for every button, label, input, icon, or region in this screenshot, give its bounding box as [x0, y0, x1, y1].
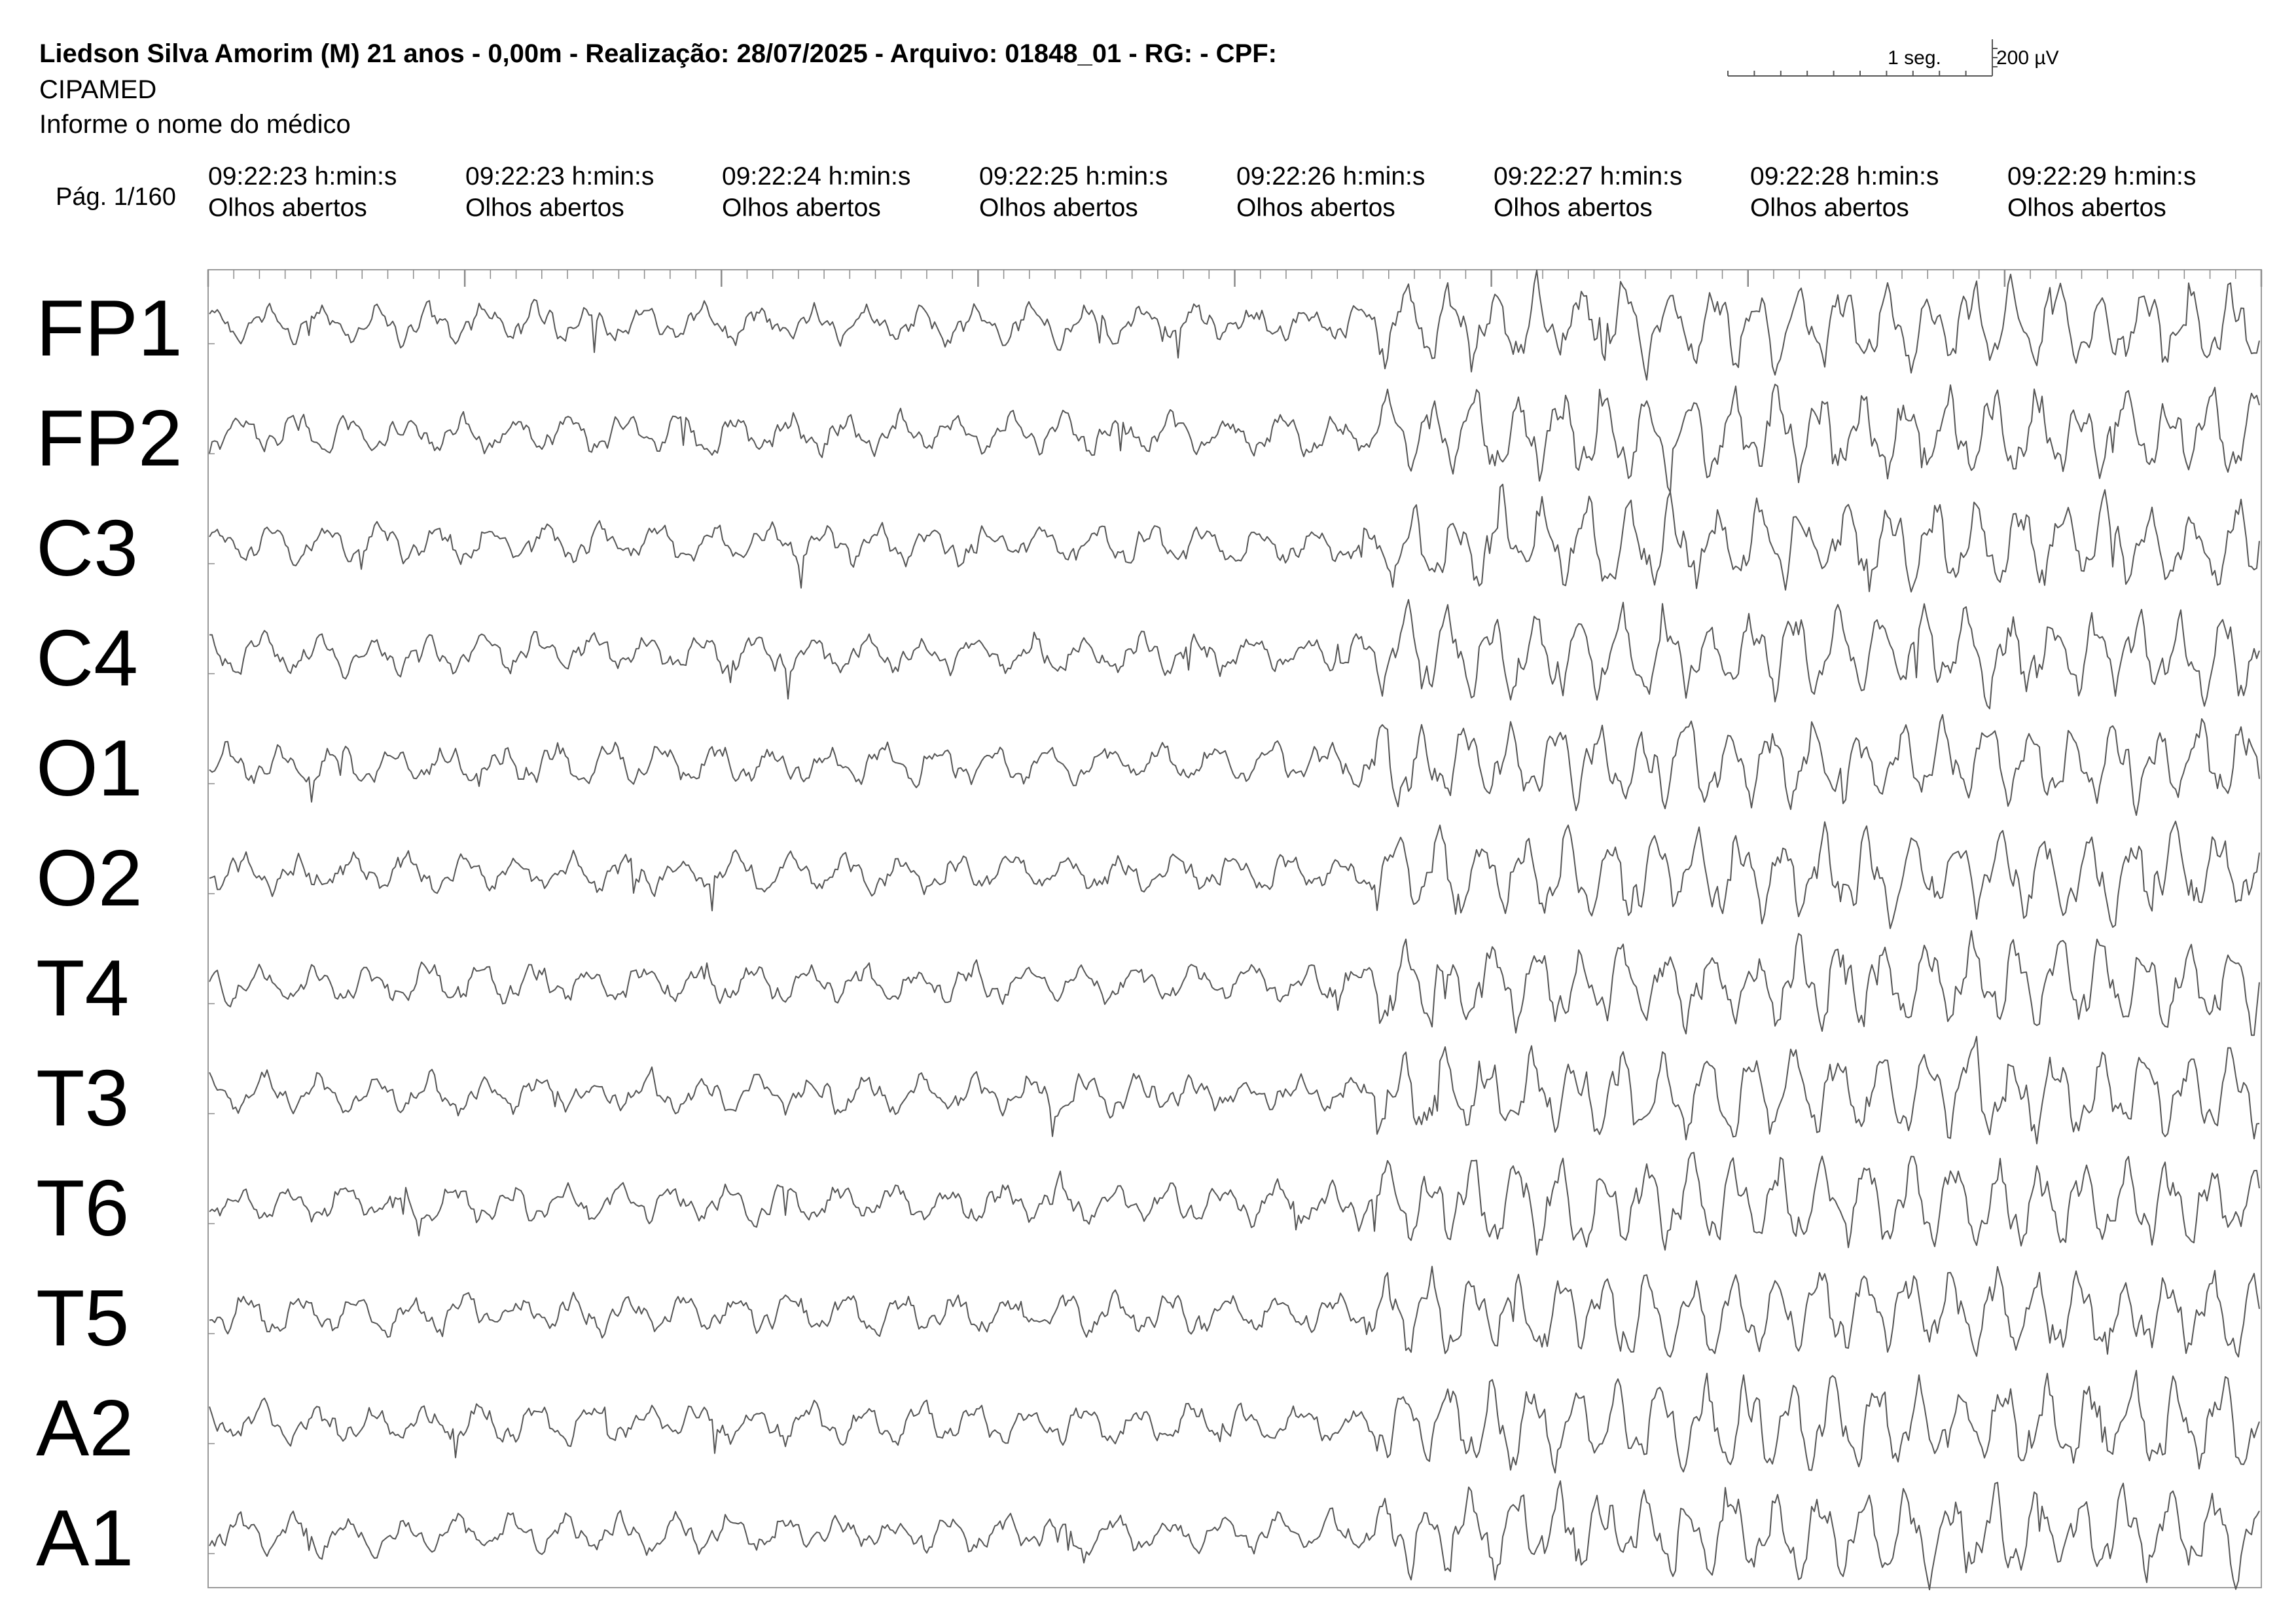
eeg-trace-area [207, 269, 2263, 1590]
eeg-trace-t4 [209, 930, 2260, 1036]
eeg-trace-fp2 [209, 384, 2260, 493]
eeg-trace-o2 [209, 820, 2260, 930]
eeg-trace-a1 [209, 1480, 2260, 1590]
eeg-trace-c3 [209, 483, 2260, 593]
eeg-trace-c4 [209, 599, 2260, 710]
eeg-trace-t5 [209, 1266, 2260, 1358]
eeg-trace-a2 [209, 1370, 2260, 1474]
eeg-trace-t3 [209, 1036, 2260, 1144]
eeg-trace-t6 [209, 1152, 2260, 1256]
trace-frame [207, 269, 2262, 1588]
eeg-trace-o1 [209, 714, 2260, 816]
eeg-trace-fp1 [209, 269, 2260, 381]
